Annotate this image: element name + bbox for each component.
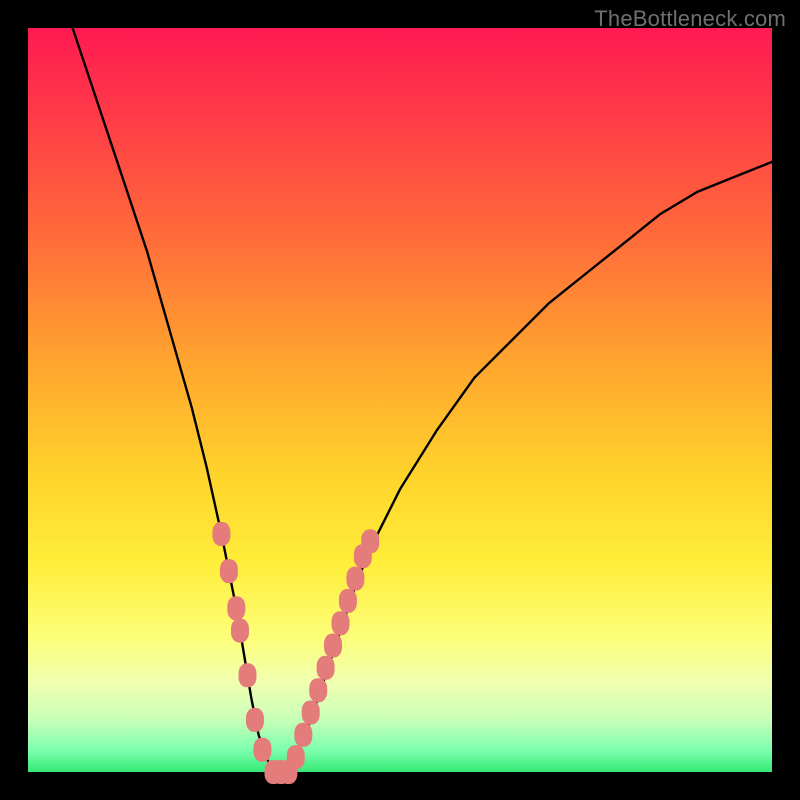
scatter-marker <box>220 559 238 583</box>
scatter-marker <box>339 589 357 613</box>
scatter-marker <box>212 522 230 546</box>
scatter-marker <box>253 738 271 762</box>
chart-overlay <box>28 28 772 772</box>
scatter-marker <box>332 611 350 635</box>
scatter-marker <box>309 678 327 702</box>
scatter-marker <box>227 596 245 620</box>
scatter-marker <box>324 634 342 658</box>
scatter-marker <box>287 745 305 769</box>
scatter-markers <box>212 522 379 784</box>
scatter-marker <box>294 723 312 747</box>
chart-frame: TheBottleneck.com <box>0 0 800 800</box>
scatter-marker <box>302 701 320 725</box>
scatter-marker <box>231 619 249 643</box>
scatter-marker <box>246 708 264 732</box>
scatter-marker <box>317 656 335 680</box>
scatter-marker <box>361 529 379 553</box>
scatter-marker <box>239 663 257 687</box>
bottleneck-curve <box>73 28 772 772</box>
scatter-marker <box>346 567 364 591</box>
